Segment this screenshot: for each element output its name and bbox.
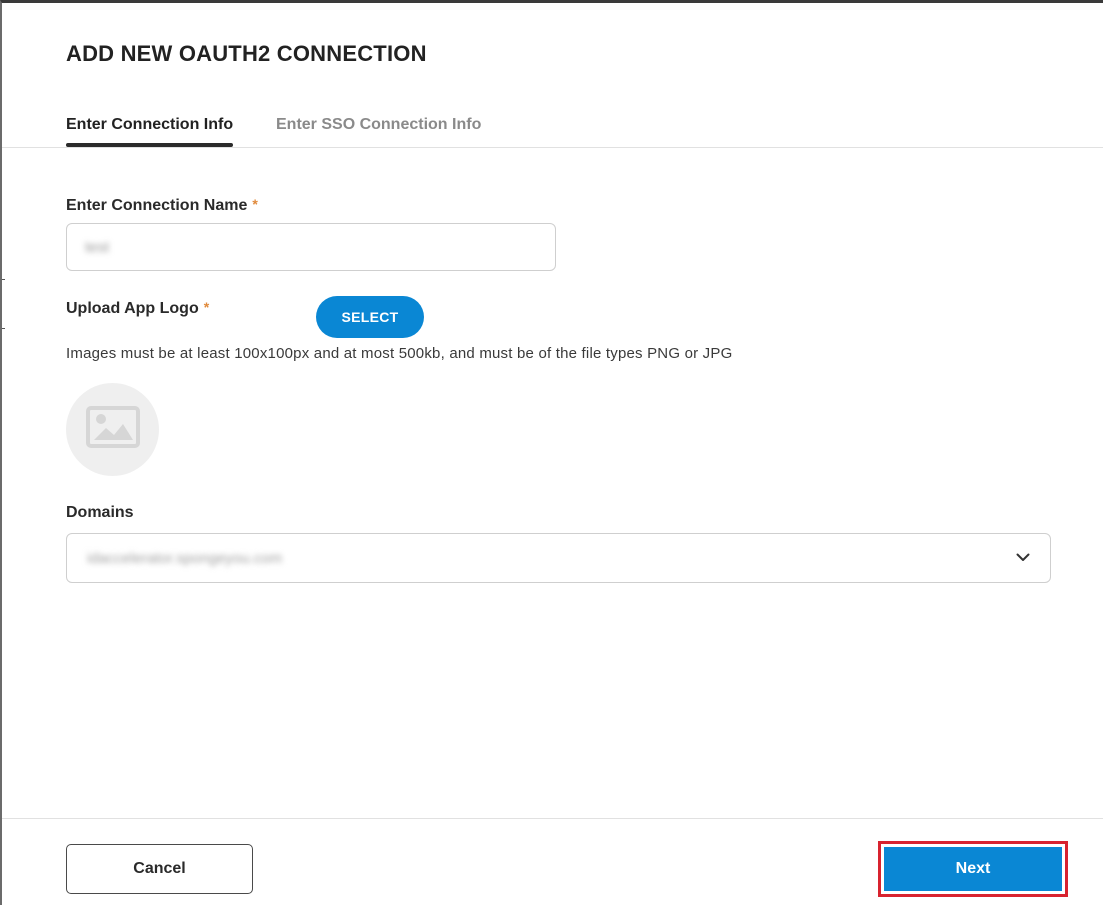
image-icon bbox=[85, 406, 140, 453]
required-marker: * bbox=[203, 299, 210, 315]
next-button-highlight: Next bbox=[878, 841, 1068, 897]
dialog-footer: Cancel Next bbox=[2, 818, 1103, 905]
next-button[interactable]: Next bbox=[884, 847, 1062, 891]
tab-connection-info[interactable]: Enter Connection Info bbox=[66, 116, 234, 147]
tab-sso-connection-info[interactable]: Enter SSO Connection Info bbox=[276, 116, 481, 134]
domains-select[interactable]: idaccelerator.spongeyou.com bbox=[66, 533, 1051, 583]
edge-mark bbox=[2, 328, 5, 329]
oauth2-connection-dialog: ADD NEW OAUTH2 CONNECTION Enter Connecti… bbox=[0, 0, 1103, 905]
logo-requirements-hint: Images must be at least 100x100px and at… bbox=[66, 345, 733, 362]
select-logo-button[interactable]: SELECT bbox=[316, 296, 424, 338]
chevron-down-icon bbox=[1016, 549, 1030, 567]
connection-name-label-text: Enter Connection Name bbox=[66, 197, 248, 214]
edge-mark bbox=[2, 279, 5, 280]
cancel-button[interactable]: Cancel bbox=[66, 844, 253, 894]
logo-preview bbox=[66, 383, 159, 476]
connection-name-label: Enter Connection Name * bbox=[66, 196, 258, 215]
required-marker: * bbox=[252, 196, 258, 212]
connection-name-input[interactable]: test bbox=[66, 223, 556, 271]
domains-selected-value: idaccelerator.spongeyou.com bbox=[87, 549, 283, 567]
app-logo-label-text: Upload App Logo bbox=[66, 300, 199, 317]
tab-bar: Enter Connection Info Enter SSO Connecti… bbox=[2, 111, 1103, 148]
dialog-title: ADD NEW OAUTH2 CONNECTION bbox=[66, 41, 427, 66]
connection-name-value: test bbox=[85, 238, 110, 256]
app-logo-label: Upload App Logo * bbox=[66, 299, 210, 318]
domains-label: Domains bbox=[66, 504, 134, 521]
